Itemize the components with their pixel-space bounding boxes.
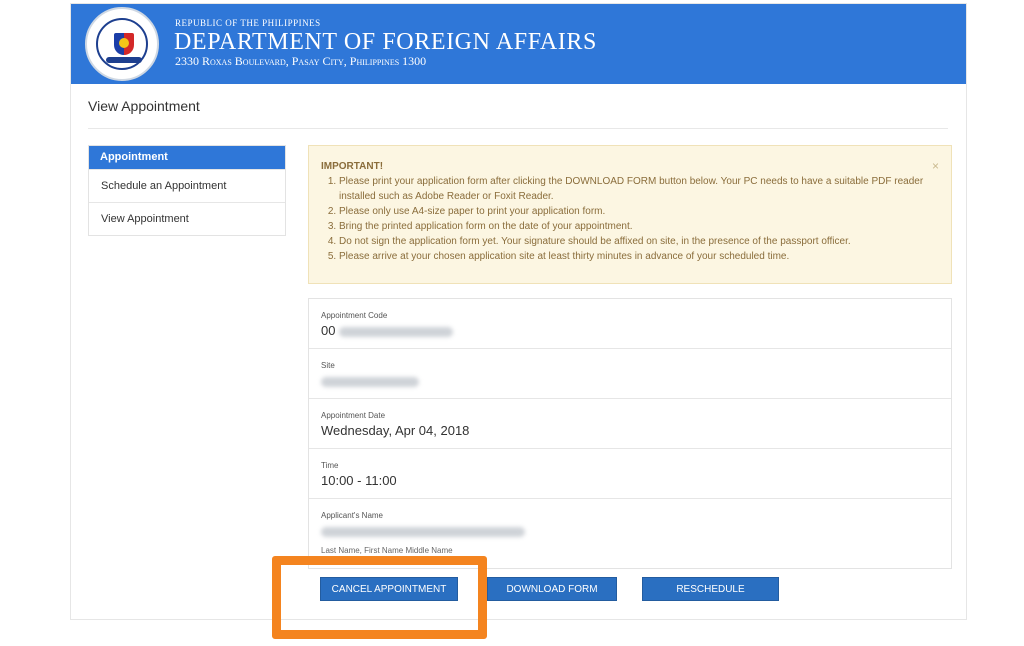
notice-item: Please arrive at your chosen application… [339, 249, 929, 264]
site-row: Site [309, 348, 951, 398]
appointment-date-label: Appointment Date [321, 411, 386, 420]
sidebar-item-schedule-appointment[interactable]: Schedule an Appointment [89, 169, 285, 202]
appointment-date-row: Appointment Date Wednesday, Apr 04, 2018 [309, 398, 951, 448]
applicant-name-label: Applicant's Name [321, 511, 383, 520]
notice-item: Bring the printed application form on th… [339, 219, 929, 234]
title-divider [88, 128, 948, 129]
site-label: Site [321, 361, 335, 370]
site-value [321, 370, 951, 388]
redacted-site [321, 376, 419, 387]
ribbon-icon [106, 57, 142, 63]
sidebar-header: Appointment [89, 146, 285, 169]
notice-item: Do not sign the application form yet. Yo… [339, 234, 929, 249]
appointment-code-value: 00 [321, 320, 951, 338]
appointment-date-value: Wednesday, Apr 04, 2018 [321, 423, 470, 438]
page-container: REPUBLIC OF THE PHILIPPINES DEPARTMENT O… [70, 3, 967, 620]
appointment-code-prefix: 00 [321, 323, 336, 338]
appointment-code-row: Appointment Code 00 [309, 299, 951, 348]
time-row: Time 10:00 - 11:00 [309, 448, 951, 498]
dfa-seal-logo [85, 7, 159, 81]
applicant-name-row: Applicant's Name Last Name, First Name M… [309, 498, 951, 568]
appointment-code-label: Appointment Code [321, 311, 388, 320]
applicant-name-value [321, 520, 951, 538]
notice-item: Please only use A4-size paper to print y… [339, 204, 929, 219]
header-banner: REPUBLIC OF THE PHILIPPINES DEPARTMENT O… [71, 4, 966, 84]
redacted-code [339, 326, 454, 337]
republic-label: REPUBLIC OF THE PHILIPPINES [175, 18, 321, 28]
redacted-name [321, 526, 525, 537]
page-title: View Appointment [88, 98, 200, 114]
applicant-name-hint: Last Name, First Name Middle Name [321, 546, 453, 555]
sun-icon [119, 38, 129, 48]
important-notice: IMPORTANT! × Please print your applicati… [308, 145, 952, 284]
sidebar: Appointment Schedule an Appointment View… [88, 145, 286, 236]
download-form-button[interactable]: DOWNLOAD FORM [487, 577, 617, 601]
department-title: DEPARTMENT OF FOREIGN AFFAIRS [174, 29, 597, 55]
sidebar-item-view-appointment[interactable]: View Appointment [89, 202, 285, 235]
appointment-details: Appointment Code 00 Site Appointment Dat… [308, 298, 952, 569]
notice-list: Please print your application form after… [321, 174, 929, 264]
close-icon[interactable]: × [932, 159, 939, 173]
time-value: 10:00 - 11:00 [321, 473, 397, 488]
department-address: 2330 Roxas Boulevard, Pasay City, Philip… [175, 54, 427, 68]
cancel-appointment-button[interactable]: CANCEL APPOINTMENT [320, 577, 458, 601]
reschedule-button[interactable]: RESCHEDULE [642, 577, 779, 601]
notice-title: IMPORTANT! [321, 161, 384, 172]
time-label: Time [321, 461, 339, 470]
seal-ring-icon [96, 18, 148, 70]
notice-item: Please print your application form after… [339, 174, 929, 204]
